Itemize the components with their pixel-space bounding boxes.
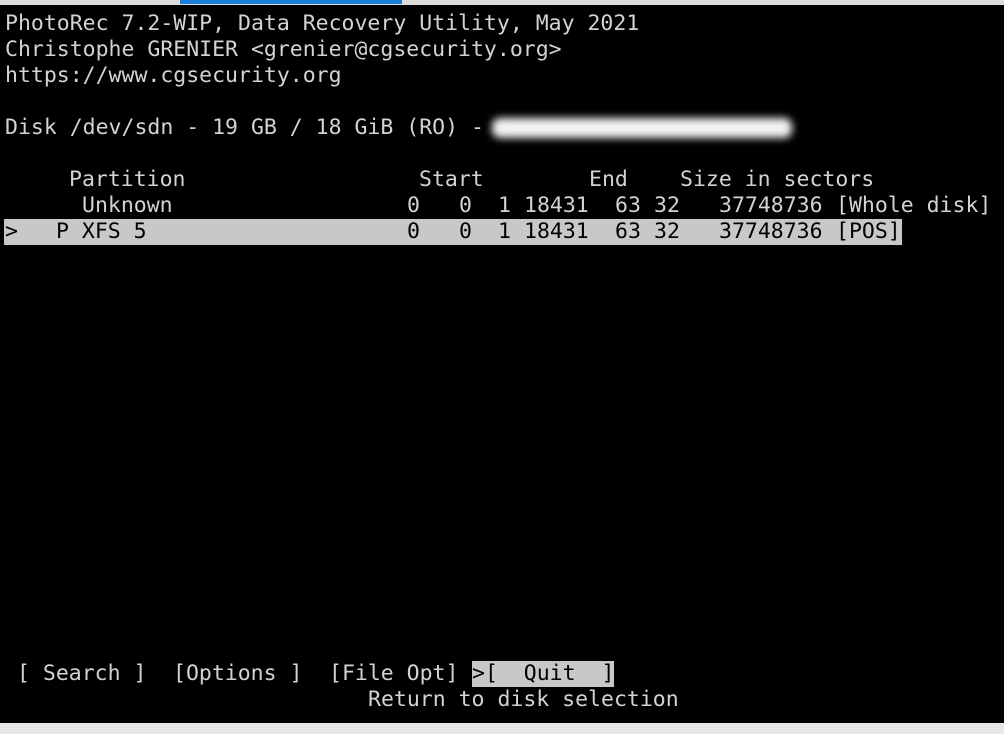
action-menu: [ Search ] [Options ] [File Opt] >[ Quit… [0,661,1004,687]
options-button[interactable]: [Options ] [173,661,302,687]
table-row[interactable]: Unknown 0 0 1 18431 63 32 37748736 [Whol… [0,193,1004,219]
table-header: Partition Start End Size in sectors [0,167,1004,193]
header-start: Start [419,167,484,192]
website-line: https://www.cgsecurity.org [5,63,342,88]
start-cylinder: 0 [407,219,420,244]
partition-tag: [POS] [836,219,901,244]
partition-name: P XFS 5 [56,219,147,244]
start-cylinder: 0 [407,193,420,218]
author-line: Christophe GRENIER <grenier@cgsecurity.o… [5,37,562,62]
end-head: 63 [615,219,641,244]
header-end: End [589,167,628,192]
size-sectors: 37748736 [719,219,823,244]
action-hint: Return to disk selection [368,687,679,712]
disk-info-line: Disk /dev/sdn - 19 GB / 18 GiB (RO) - [5,115,792,141]
end-cylinder: 18431 [524,219,589,244]
partition-tag: [Whole disk] [836,193,992,218]
quit-button[interactable]: >[ Quit ] [472,661,615,687]
end-head: 63 [615,193,641,218]
end-cylinder: 18431 [524,193,589,218]
size-sectors: 37748736 [719,193,823,218]
redacted-disk-model [491,118,792,138]
window-bottom-strip [0,723,1004,734]
quit-marker: > [472,661,485,686]
file-opt-button[interactable]: [File Opt] [329,661,458,687]
app-title-line: PhotoRec 7.2-WIP, Data Recovery Utility,… [5,11,640,36]
start-head: 0 [459,193,472,218]
start-head: 0 [459,219,472,244]
header-partition: Partition [69,167,186,192]
quit-label: [ Quit ] [484,661,615,686]
start-sector: 1 [498,193,511,218]
table-row-selected[interactable]: > P XFS 5 0 0 1 18431 63 32 37748736 [PO… [4,219,902,245]
search-button[interactable]: [ Search ] [17,661,146,687]
selection-marker: > [5,219,18,244]
partition-name: Unknown [82,193,173,218]
end-sector: 32 [654,219,680,244]
disk-label: Disk /dev/sdn - 19 GB / 18 GiB (RO) - [5,115,484,140]
active-tab-indicator [180,0,402,4]
terminal-window: PhotoRec 7.2-WIP, Data Recovery Utility,… [0,5,1004,723]
start-sector: 1 [498,219,511,244]
end-sector: 32 [654,193,680,218]
header-size: Size in sectors [680,167,875,192]
